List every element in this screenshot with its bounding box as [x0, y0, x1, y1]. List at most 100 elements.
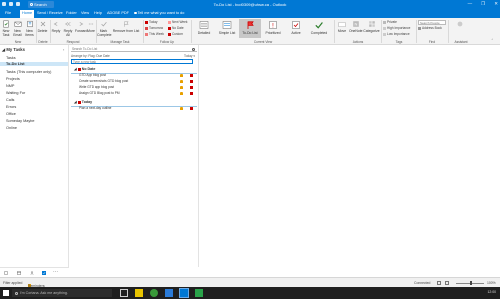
people-icon[interactable]	[30, 271, 34, 275]
mark-complete-button[interactable]: Mark Complete	[97, 20, 112, 37]
private-button[interactable]: Private	[383, 20, 397, 24]
folder-item-someday-maybe[interactable]: Someday Maybe	[6, 119, 35, 123]
mail-icon[interactable]	[4, 271, 8, 275]
maximize-button[interactable]: ❐	[481, 1, 485, 7]
more-nav-icon[interactable]: ···	[53, 269, 58, 275]
minimize-button[interactable]: —	[468, 1, 473, 7]
new-email-button[interactable]: New Email	[12, 20, 23, 37]
new-task-input[interactable]: Type a new task	[71, 59, 193, 64]
outlook-icon[interactable]	[179, 288, 189, 298]
group-header-no-date[interactable]: ◢ No Date	[74, 67, 95, 71]
remove-from-list-button[interactable]: Remove from List	[111, 20, 141, 33]
folder-item-tasks-local[interactable]: Tasks (This computer only)	[6, 70, 51, 74]
flag-icon[interactable]	[190, 92, 193, 95]
normal-view-icon[interactable]	[437, 280, 441, 285]
collapse-ribbon-button[interactable]: ⌃	[491, 38, 494, 42]
task-search-input[interactable]: Search To-Do List	[71, 47, 197, 52]
tell-me-box[interactable]: Tell me what you want to do	[134, 11, 184, 15]
search-icon[interactable]	[192, 47, 195, 51]
task-row[interactable]: Assign GTD Blog post to PM	[79, 91, 195, 96]
move-button[interactable]: Move	[336, 20, 348, 33]
search-people-input[interactable]: Search People	[418, 20, 446, 25]
flag-icon	[77, 67, 81, 71]
word-icon[interactable]	[165, 289, 173, 297]
folder-item-errors[interactable]: Errors	[6, 105, 16, 109]
follow-up-no-date[interactable]: No Date	[168, 26, 184, 30]
flag-icon[interactable]	[190, 80, 193, 83]
follow-up-next-week[interactable]: Next Week	[168, 20, 188, 24]
view-to-do-list[interactable]: To-Do List	[239, 19, 261, 38]
reminder-bell-icon	[180, 74, 183, 77]
folder-item-nmp[interactable]: NMP	[6, 84, 14, 88]
folder-item-to-do-list[interactable]: To-Do List	[0, 62, 68, 66]
windows-start-icon[interactable]	[3, 290, 9, 296]
folder-item-projects[interactable]: Projects	[6, 77, 20, 81]
tab-send-receive[interactable]: Send / Receive	[37, 11, 63, 15]
delete-button[interactable]: Delete	[37, 20, 48, 33]
zoom-slider-handle[interactable]	[470, 281, 472, 285]
task-subject: Create screenshots GTD blog post	[79, 79, 129, 83]
lightbulb-icon	[134, 11, 137, 14]
cortana-search-box[interactable]: I'm Cortana. Ask me anything.	[12, 289, 112, 297]
more-respond-button[interactable]: More	[87, 20, 95, 33]
categorize-button[interactable]: Categorize	[363, 20, 380, 33]
task-row[interactable]: Plan a next-day outline	[79, 106, 195, 111]
calendar-icon[interactable]	[17, 271, 21, 275]
zoom-level[interactable]: 100%	[487, 281, 496, 285]
tab-folder[interactable]: Folder	[66, 11, 77, 15]
file-explorer-icon[interactable]	[135, 289, 143, 297]
address-book-button[interactable]: Address Book	[418, 26, 442, 30]
folder-item-tasks[interactable]: Tasks	[6, 56, 16, 60]
task-view-icon[interactable]	[120, 289, 128, 297]
view-completed-label: Completed	[310, 31, 328, 35]
my-tasks-header[interactable]: ◢ My Tasks	[2, 47, 25, 52]
folder-item-office[interactable]: Office	[6, 112, 16, 116]
view-simple-list[interactable]: Simple List	[216, 19, 238, 38]
flag-icon[interactable]	[190, 107, 193, 110]
onenote-button[interactable]: N OneNote	[349, 20, 363, 33]
low-importance-button[interactable]: Low Importance	[383, 32, 410, 36]
task-row[interactable]: Write GTD app blog post	[79, 85, 195, 90]
folder-item-waiting-for[interactable]: Waiting For	[6, 91, 25, 95]
collapse-pane-icon[interactable]: ‹	[63, 47, 64, 52]
chrome-icon[interactable]	[150, 289, 158, 297]
onenote-icon: N	[352, 21, 359, 27]
system-tray: 12:00	[488, 290, 497, 294]
close-button[interactable]: ✕	[494, 1, 498, 7]
new-items-button[interactable]: New Items	[24, 20, 35, 37]
flag-icon[interactable]	[190, 86, 193, 89]
arrange-sort[interactable]: Today ▾	[184, 54, 195, 58]
folder-item-online[interactable]: Online	[6, 126, 17, 130]
flag-icon[interactable]	[190, 74, 193, 77]
group-name: Today	[81, 100, 93, 104]
arrange-by-row[interactable]: Arrange by: Flag: Due Date Today ▾	[71, 54, 197, 58]
view-active[interactable]: Active	[285, 19, 307, 38]
assistant-button[interactable]	[452, 20, 468, 29]
reply-all-button[interactable]: Reply All	[62, 20, 74, 37]
follow-up-this-week[interactable]: This Week	[145, 32, 164, 36]
follow-up-tomorrow[interactable]: Tomorrow	[145, 26, 163, 30]
view-prioritized[interactable]: ! Prioritized	[262, 19, 284, 38]
group-header-today[interactable]: ◢ Today	[74, 100, 92, 104]
reading-view-icon[interactable]	[445, 280, 449, 285]
folder-item-calls[interactable]: Calls	[6, 98, 14, 102]
high-importance-button[interactable]: High Importance	[383, 26, 410, 30]
clock[interactable]: 12:00	[488, 290, 497, 294]
follow-up-custom[interactable]: Custom	[168, 32, 183, 36]
task-row[interactable]: Create screenshots GTD blog post	[79, 79, 195, 84]
new-task-button[interactable]: New Task	[1, 20, 11, 37]
tasks-icon[interactable]	[42, 271, 46, 275]
tab-file[interactable]: File	[5, 11, 11, 15]
follow-up-today[interactable]: Today	[145, 20, 158, 24]
forward-icon	[79, 22, 84, 26]
reply-button[interactable]: Reply	[51, 20, 61, 33]
tab-home[interactable]: Home	[20, 10, 35, 18]
forward-button[interactable]: Forward	[75, 20, 87, 33]
tab-adobe-pdf[interactable]: ADOBE PDF	[107, 11, 129, 15]
view-detailed[interactable]: Detailed	[193, 19, 215, 38]
app-icon[interactable]	[195, 289, 203, 297]
tab-help[interactable]: Help	[94, 11, 102, 15]
view-completed[interactable]: Completed	[308, 19, 330, 38]
task-row[interactable]: GTD App blog post	[79, 73, 195, 78]
tab-view[interactable]: View	[81, 11, 89, 15]
